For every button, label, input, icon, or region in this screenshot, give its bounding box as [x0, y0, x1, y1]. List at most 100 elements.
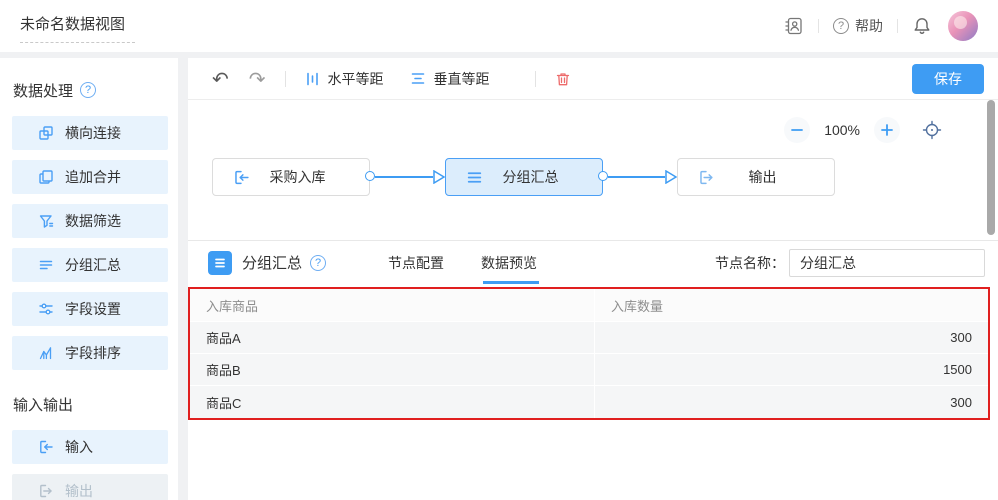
node-output-port[interactable]	[598, 171, 608, 181]
sidebar-item-label: 数据筛选	[65, 211, 121, 231]
sidebar-item-label: 字段排序	[65, 343, 121, 363]
redo-icon[interactable]	[249, 69, 266, 89]
table-header-row: 入库商品 入库数量	[190, 289, 988, 322]
save-button[interactable]: 保存	[912, 64, 984, 94]
input-icon	[38, 439, 54, 455]
sidebar-item-append-merge[interactable]: 追加合并	[12, 160, 168, 194]
field-sort-icon	[38, 345, 54, 361]
zoom-out-button[interactable]	[784, 117, 810, 143]
tab-node-config[interactable]: 节点配置	[388, 253, 444, 273]
sidebar-item-label: 输入	[65, 437, 93, 457]
contacts-icon[interactable]	[784, 16, 804, 36]
panel-title: 分组汇总	[242, 252, 302, 273]
sidebar-item-label: 字段设置	[65, 299, 121, 319]
help-button[interactable]: ? 帮助	[833, 16, 883, 36]
flow-edge	[608, 176, 665, 178]
zoom-in-button[interactable]	[874, 117, 900, 143]
undo-icon[interactable]	[212, 69, 229, 89]
cell-quantity: 300	[595, 322, 988, 353]
node-name-label: 节点名称：	[715, 253, 785, 273]
node-name-input[interactable]	[789, 249, 985, 277]
sidebar-item-output: 输出	[12, 474, 168, 500]
edge-arrowhead-icon	[433, 170, 445, 184]
output-icon	[38, 483, 54, 499]
user-avatar[interactable]	[948, 11, 978, 41]
sidebar-item-field-sort[interactable]: 字段排序	[12, 336, 168, 370]
panel-tabs: 节点配置 数据预览	[388, 253, 537, 273]
panel-help-icon[interactable]: ?	[310, 255, 326, 271]
horizontal-spacing-icon	[305, 71, 320, 87]
delete-node-icon[interactable]	[555, 71, 571, 87]
top-header: 未命名数据视图 ? 帮助	[0, 0, 998, 52]
divider	[897, 19, 898, 33]
canvas-toolbar: 水平等距 垂直等距 保存	[188, 58, 998, 100]
table-row: 商品A 300	[190, 322, 988, 354]
append-merge-icon	[38, 169, 54, 185]
sidebar-section-input-output: 输入输出	[13, 390, 178, 418]
table-row: 商品C 300	[190, 386, 988, 418]
locate-center-icon[interactable]	[922, 120, 942, 140]
cell-product: 商品B	[190, 354, 595, 385]
node-output-icon	[698, 169, 715, 186]
zoom-controls: 100%	[784, 117, 942, 143]
flow-node-group-summary[interactable]: 分组汇总	[445, 158, 603, 196]
column-header-quantity: 入库数量	[595, 289, 988, 321]
sidebar-section-data-processing: 数据处理 ?	[13, 76, 178, 104]
sidebar-item-group-summary[interactable]: 分组汇总	[12, 248, 168, 282]
cell-quantity: 300	[595, 386, 988, 418]
data-preview-table: 入库商品 入库数量 商品A 300 商品B 1500 商品C 300	[188, 287, 990, 420]
section-title: 输入输出	[13, 394, 73, 415]
cell-quantity: 1500	[595, 354, 988, 385]
divider	[535, 71, 536, 87]
sidebar-item-horizontal-join[interactable]: 横向连接	[12, 116, 168, 150]
vertical-scrollbar[interactable]	[987, 100, 995, 235]
page-title[interactable]: 未命名数据视图	[20, 9, 135, 43]
group-summary-badge-icon	[208, 251, 232, 275]
flow-node-output[interactable]: 输出	[677, 158, 835, 196]
cell-product: 商品C	[190, 386, 595, 418]
notification-bell-icon[interactable]	[912, 16, 932, 36]
zoom-level: 100%	[824, 122, 860, 138]
active-tab-indicator	[483, 281, 539, 284]
cell-product: 商品A	[190, 322, 595, 353]
sidebar-item-field-settings[interactable]: 字段设置	[12, 292, 168, 326]
sidebar-item-label: 追加合并	[65, 167, 121, 187]
divider	[818, 19, 819, 33]
flow-node-purchase-inbound[interactable]: 采购入库	[212, 158, 370, 196]
horizontal-join-icon	[38, 125, 54, 141]
node-output-port[interactable]	[365, 171, 375, 181]
group-summary-icon	[38, 257, 54, 273]
sidebar-item-input[interactable]: 输入	[12, 430, 168, 464]
edge-arrowhead-icon	[665, 170, 677, 184]
node-label: 分组汇总	[483, 167, 602, 187]
horizontal-spacing-button[interactable]: 水平等距	[305, 69, 384, 89]
divider	[285, 71, 286, 87]
help-label: 帮助	[855, 16, 883, 36]
sidebar-item-label: 横向连接	[65, 123, 121, 143]
table-row: 商品B 1500	[190, 354, 988, 386]
sidebar-item-label: 输出	[65, 481, 93, 500]
node-label: 采购入库	[250, 167, 369, 187]
column-header-product: 入库商品	[190, 289, 595, 321]
node-name-field: 节点名称：	[715, 249, 985, 277]
section-help-icon[interactable]: ?	[80, 82, 96, 98]
node-group-summary-icon	[466, 169, 483, 186]
sidebar: 数据处理 ? 横向连接 追加合并 数据筛选 分组汇	[0, 58, 178, 500]
vertical-spacing-icon	[410, 71, 426, 86]
main-panel: 水平等距 垂直等距 保存 100%	[188, 58, 998, 500]
vertical-spacing-button[interactable]: 垂直等距	[410, 69, 490, 89]
help-icon: ?	[833, 18, 849, 34]
header-actions: ? 帮助	[784, 11, 978, 41]
flow-canvas[interactable]: 100% 采购入库	[188, 100, 998, 240]
field-settings-icon	[38, 301, 54, 317]
horizontal-spacing-label: 水平等距	[328, 69, 384, 89]
vertical-spacing-label: 垂直等距	[434, 69, 490, 89]
sidebar-item-data-filter[interactable]: 数据筛选	[12, 204, 168, 238]
node-input-icon	[233, 169, 250, 186]
filter-icon	[38, 213, 54, 229]
node-panel-header: 分组汇总 ? 节点配置 数据预览 节点名称：	[188, 240, 998, 284]
sidebar-item-label: 分组汇总	[65, 255, 121, 275]
section-title: 数据处理	[13, 80, 73, 101]
tab-data-preview[interactable]: 数据预览	[481, 253, 537, 273]
flow-edge	[375, 176, 433, 178]
